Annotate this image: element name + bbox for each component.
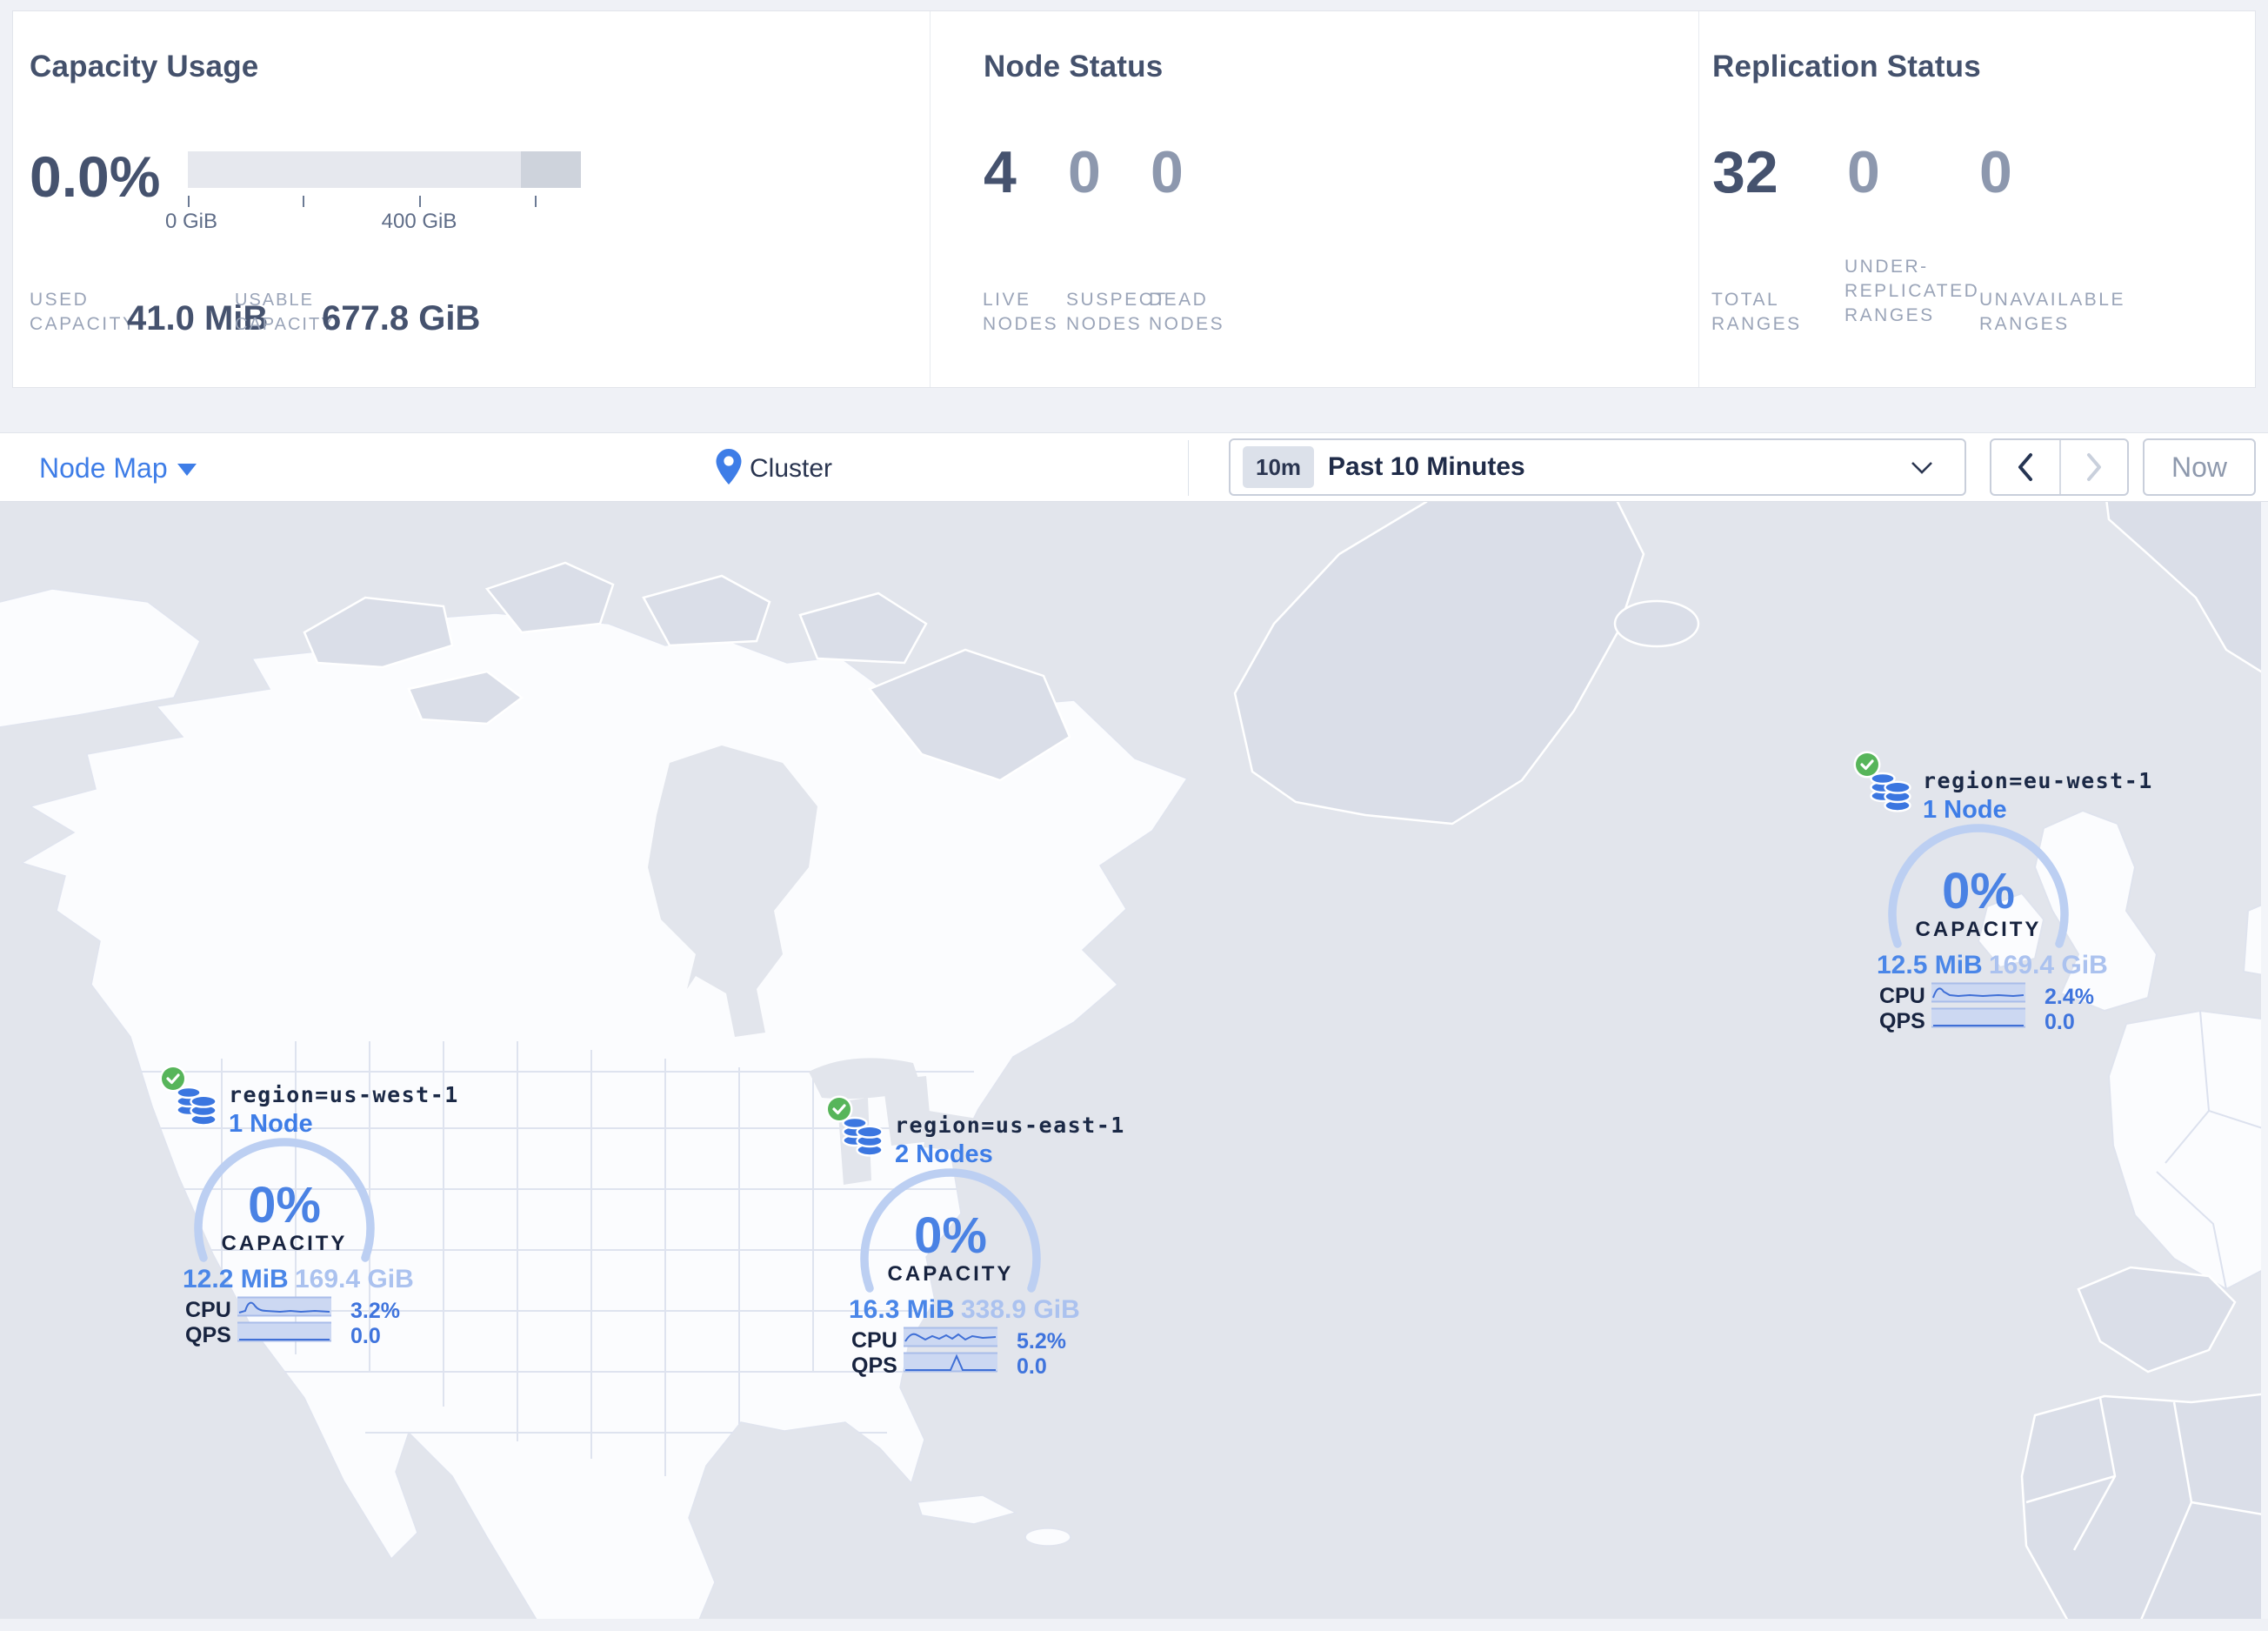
panel-divider bbox=[930, 11, 931, 387]
axis-tick bbox=[535, 196, 537, 207]
cpu-percent-value: 3.2% bbox=[350, 1299, 400, 1323]
view-selector-label: Node Map bbox=[39, 452, 168, 484]
cpu-percent-value: 5.2% bbox=[1017, 1329, 1066, 1354]
region-marker-us-east-1[interactable]: region=us-east-1 2 Nodes 0% CAPACITY 16.… bbox=[825, 1095, 1124, 1380]
time-range-badge: 10m bbox=[1243, 446, 1315, 488]
axis-tick bbox=[303, 196, 304, 207]
location-pin-icon bbox=[716, 449, 742, 485]
map-edge-strip bbox=[2261, 502, 2268, 1619]
region-marker-us-west-1[interactable]: region=us-west-1 1 Node 0% CAPACITY 12.2… bbox=[159, 1065, 457, 1350]
panel-divider bbox=[1698, 11, 1699, 387]
qps-value: 0.0 bbox=[2045, 1010, 2075, 1034]
capacity-usage-title: Capacity Usage bbox=[30, 50, 259, 84]
cpu-row-label: CPU bbox=[851, 1328, 897, 1353]
capacity-gauge-label: CAPACITY bbox=[1915, 918, 2042, 941]
axis-tick-label: 400 GiB bbox=[381, 210, 457, 233]
capacity-gauge-label: CAPACITY bbox=[887, 1262, 1014, 1286]
capacity-bar bbox=[188, 151, 581, 188]
africa-landmass bbox=[2020, 1392, 2268, 1619]
qps-sparkline bbox=[1931, 1007, 2025, 1028]
unavailable-count: 0 bbox=[1979, 139, 2012, 205]
node-status-title: Node Status bbox=[984, 50, 1164, 84]
region-name: region=eu-west-1 bbox=[1923, 768, 2153, 793]
total-ranges-count: 32 bbox=[1712, 139, 1778, 205]
dead-nodes-count: 0 bbox=[1151, 139, 1184, 205]
capacity-gauge-percent: 0% bbox=[914, 1207, 987, 1264]
next-interval-button[interactable] bbox=[2059, 440, 2127, 494]
total-ranges-label: TOTAL RANGES bbox=[1711, 290, 1802, 334]
axis-tick-label: 0 GiB bbox=[164, 210, 218, 233]
region-marker-eu-west-1[interactable]: region=eu-west-1 1 Node 0% CAPACITY 12.5… bbox=[1853, 751, 2151, 1036]
cpu-sparkline bbox=[904, 1327, 997, 1347]
capacity-gauge-percent: 0% bbox=[248, 1177, 321, 1233]
dead-nodes-label: DEAD NODES bbox=[1149, 290, 1225, 334]
qps-sparkline bbox=[904, 1352, 997, 1373]
usable-capacity-value: 677.8 GiB bbox=[322, 299, 481, 338]
database-icon bbox=[1870, 772, 1911, 812]
qps-row-label: QPS bbox=[185, 1323, 231, 1347]
view-selector-dropdown[interactable]: Node Map bbox=[39, 452, 168, 485]
time-range-select[interactable]: 10m Past 10 Minutes bbox=[1229, 438, 1966, 496]
region-total-capacity: 169.4 GiB bbox=[1989, 951, 2108, 979]
under-replicated-count: 0 bbox=[1847, 139, 1880, 205]
now-button-label: Now bbox=[2171, 451, 2227, 483]
axis-tick bbox=[188, 196, 190, 207]
toolbar-divider bbox=[1188, 440, 1189, 496]
capacity-percent: 0.0% bbox=[30, 144, 161, 209]
previous-interval-button[interactable] bbox=[1991, 440, 2059, 494]
unavailable-label: UNAVAILABLE RANGES bbox=[1979, 290, 2125, 334]
database-icon bbox=[842, 1116, 884, 1157]
breadcrumb[interactable]: Cluster bbox=[750, 454, 832, 484]
cpu-sparkline bbox=[1931, 982, 2025, 1003]
region-used-capacity: 12.5 MiB bbox=[1877, 951, 1983, 979]
cluster-summary-bar: Capacity Usage 0.0% 0 GiB 400 GiB USED C… bbox=[12, 10, 2256, 388]
chevron-right-icon bbox=[2087, 453, 2101, 481]
qps-value: 0.0 bbox=[1017, 1354, 1047, 1379]
region-name: region=us-east-1 bbox=[895, 1113, 1125, 1138]
used-capacity-label: USED CAPACITY bbox=[30, 290, 137, 334]
usable-capacity-label: USABLE CAPACITY bbox=[235, 291, 335, 334]
cpu-row-label: CPU bbox=[185, 1298, 231, 1322]
time-step-buttons bbox=[1990, 438, 2129, 496]
capacity-gauge-label: CAPACITY bbox=[221, 1232, 348, 1255]
database-icon bbox=[176, 1086, 217, 1126]
caret-down-icon bbox=[177, 464, 197, 476]
region-used-capacity: 16.3 MiB bbox=[849, 1295, 955, 1324]
now-button[interactable]: Now bbox=[2143, 438, 2256, 496]
live-nodes-count: 4 bbox=[984, 139, 1017, 205]
cpu-sparkline bbox=[237, 1296, 331, 1317]
region-used-capacity: 12.2 MiB bbox=[183, 1265, 289, 1293]
qps-row-label: QPS bbox=[851, 1354, 897, 1378]
capacity-bar-reserved-segment bbox=[520, 151, 581, 188]
axis-tick bbox=[419, 196, 421, 207]
iceland-landmass bbox=[1613, 599, 1700, 648]
qps-sparkline bbox=[237, 1321, 331, 1342]
cpu-row-label: CPU bbox=[1879, 984, 1925, 1008]
capacity-gauge-percent: 0% bbox=[1942, 863, 2015, 919]
world-map bbox=[0, 502, 2268, 1619]
node-map: region=us-west-1 1 Node 0% CAPACITY 12.2… bbox=[0, 502, 2268, 1619]
chevron-down-icon bbox=[1911, 462, 1932, 474]
qps-row-label: QPS bbox=[1879, 1009, 1925, 1033]
map-toolbar: Node Map Cluster 10m Past 10 Minutes Now bbox=[0, 432, 2268, 502]
live-nodes-label: LIVE NODES bbox=[983, 290, 1059, 334]
suspect-nodes-count: 0 bbox=[1068, 139, 1101, 205]
region-total-capacity: 338.9 GiB bbox=[961, 1295, 1080, 1324]
cpu-percent-value: 2.4% bbox=[2045, 985, 2094, 1009]
time-range-label: Past 10 Minutes bbox=[1328, 452, 1525, 481]
qps-value: 0.0 bbox=[350, 1324, 381, 1348]
region-total-capacity: 169.4 GiB bbox=[295, 1265, 414, 1293]
chevron-left-icon bbox=[2018, 453, 2032, 481]
replication-status-title: Replication Status bbox=[1712, 50, 1981, 84]
under-replicated-label: UNDER-REPLICATED RANGES bbox=[1844, 257, 1980, 325]
region-name: region=us-west-1 bbox=[229, 1082, 459, 1107]
